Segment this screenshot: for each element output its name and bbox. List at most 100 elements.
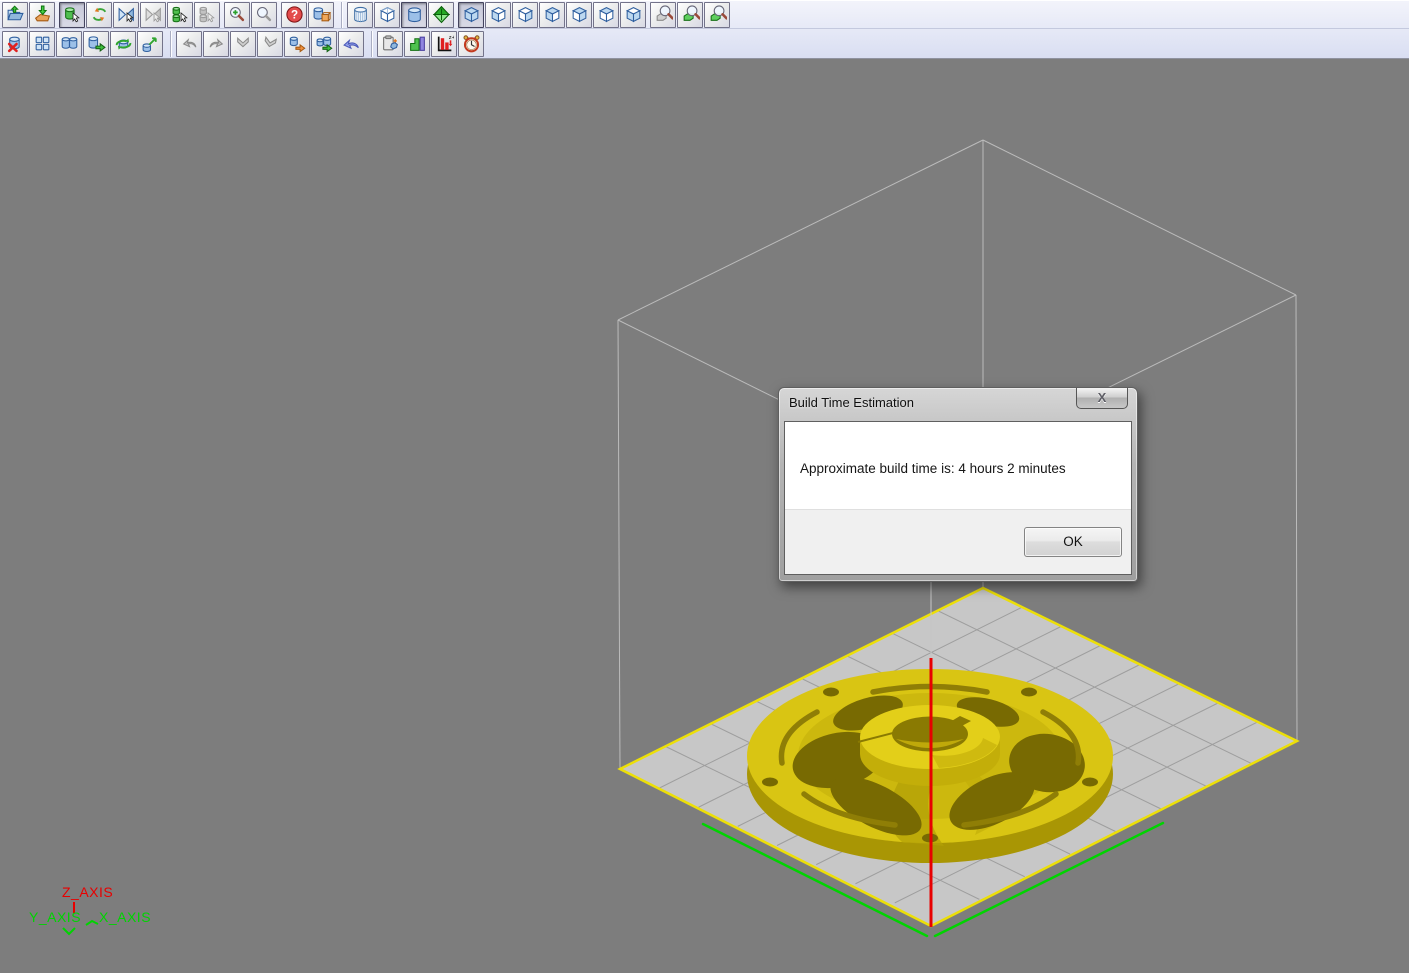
mirror-icon <box>117 5 136 24</box>
view-back-icon <box>516 5 535 24</box>
rotate-part-icon <box>114 34 133 53</box>
mirror-part-alt-button[interactable] <box>140 2 166 28</box>
view-right-icon <box>570 5 589 24</box>
move-part-icon <box>87 34 106 53</box>
zoom-selection-button[interactable] <box>650 2 676 28</box>
delete-part-icon <box>6 34 25 53</box>
cycle-orange-icon <box>288 34 307 53</box>
view-back-button[interactable] <box>512 2 538 28</box>
move-part-button[interactable] <box>83 31 109 57</box>
clipboard-copy-icon <box>381 34 400 53</box>
layer-report-button[interactable]: z+ <box>431 31 457 57</box>
zoom-in-button[interactable] <box>224 2 250 28</box>
insert-part-button[interactable] <box>29 2 55 28</box>
open-part-button[interactable] <box>2 2 28 28</box>
view-bottom-icon <box>624 5 643 24</box>
toolbar-row-2: z+ <box>0 29 1409 58</box>
copy-part-icon <box>60 34 79 53</box>
view-top-icon <box>597 5 616 24</box>
dialog-body: Approximate build time is: 4 hours 2 min… <box>784 421 1132 575</box>
zoom-part-button[interactable] <box>677 2 703 28</box>
rotate-view-icon <box>90 5 109 24</box>
wire-cylinder-icon <box>351 5 370 24</box>
pack-parts-button[interactable] <box>29 31 55 57</box>
undo-button[interactable] <box>338 31 364 57</box>
pack-parts-icon <box>33 34 52 53</box>
svg-text:?: ? <box>290 9 297 22</box>
display-wireframe-button[interactable] <box>347 2 373 28</box>
pack-report-button[interactable] <box>404 31 430 57</box>
delete-part-button[interactable] <box>2 31 28 57</box>
zoom-window-button[interactable] <box>251 2 277 28</box>
open-folder-icon <box>6 5 25 24</box>
dialog-title[interactable]: Build Time Estimation <box>789 395 914 410</box>
toolbar-separator <box>371 31 373 57</box>
process-queue-button[interactable] <box>284 31 310 57</box>
scale-part-icon <box>141 34 160 53</box>
multi-select-disabled-icon <box>198 5 217 24</box>
cycle-green-icon <box>315 34 334 53</box>
dialog-close-button[interactable]: X <box>1076 388 1128 409</box>
view-left-button[interactable] <box>539 2 565 28</box>
mirror-part-button[interactable] <box>113 2 139 28</box>
build-time-icon <box>462 34 481 53</box>
view-bottom-button[interactable] <box>620 2 646 28</box>
orient-back-button[interactable] <box>176 31 202 57</box>
ok-button[interactable]: OK <box>1024 527 1122 557</box>
toolbar-area: ? z+ <box>0 0 1409 59</box>
viewport-canvas[interactable] <box>0 0 1409 973</box>
wire-cube-icon <box>378 5 397 24</box>
zoom-sel-gray-icon <box>654 5 673 24</box>
y-axis-label: Y_AXIS <box>29 909 81 925</box>
fold-left-gray-icon <box>234 34 253 53</box>
zoom-sel-green-icon <box>708 5 727 24</box>
fit-view-button[interactable] <box>428 2 454 28</box>
view-iso-icon <box>462 5 481 24</box>
mirror-disabled-icon <box>144 5 163 24</box>
view-right-button[interactable] <box>566 2 592 28</box>
build-time-estimate-button[interactable] <box>458 31 484 57</box>
orient-forward-button[interactable] <box>203 31 229 57</box>
display-shaded-button[interactable] <box>401 2 427 28</box>
scale-part-button[interactable] <box>137 31 163 57</box>
multi-select-icon <box>171 5 190 24</box>
toolbar-row-1: ? <box>0 0 1409 29</box>
view-front-button[interactable] <box>485 2 511 28</box>
undo-gray-icon <box>180 34 199 53</box>
rotate-part-button[interactable] <box>110 31 136 57</box>
display-hidden-line-button[interactable] <box>374 2 400 28</box>
build-time-dialog: Build Time Estimation X Approximate buil… <box>778 387 1138 582</box>
report-icon <box>408 34 427 53</box>
dialog-message: Approximate build time is: 4 hours 2 min… <box>800 461 1066 476</box>
part-props-icon <box>312 5 331 24</box>
toolbar-separator <box>341 2 343 28</box>
zoom-part-alt-button[interactable] <box>704 2 730 28</box>
part-properties-button[interactable] <box>308 2 334 28</box>
import-part-icon <box>33 5 52 24</box>
x-axis-label: X_AXIS <box>99 909 151 925</box>
select-group-alt-button[interactable] <box>194 2 220 28</box>
zoom-gray-icon <box>255 5 274 24</box>
view-front-icon <box>489 5 508 24</box>
flip-right-button[interactable] <box>257 31 283 57</box>
toolbar-separator <box>170 31 172 57</box>
svg-text:z+: z+ <box>448 35 453 41</box>
copy-part-button[interactable] <box>56 31 82 57</box>
zoom-sel-green-icon <box>681 5 700 24</box>
fit-view-icon <box>432 5 451 24</box>
redo-gray-icon <box>207 34 226 53</box>
zoom-in-icon <box>228 5 247 24</box>
rotate-view-button[interactable] <box>86 2 112 28</box>
copy-to-clipboard-button[interactable] <box>377 31 403 57</box>
view-isometric-button[interactable] <box>458 2 484 28</box>
select-part-button[interactable] <box>59 2 85 28</box>
process-run-button[interactable] <box>311 31 337 57</box>
z-layers-icon: z+ <box>435 34 454 53</box>
flip-left-button[interactable] <box>230 31 256 57</box>
select-part-icon <box>63 5 82 24</box>
view-top-button[interactable] <box>593 2 619 28</box>
solid-cylinder-icon <box>405 5 424 24</box>
help-button[interactable]: ? <box>281 2 307 28</box>
view-left-icon <box>543 5 562 24</box>
select-group-button[interactable] <box>167 2 193 28</box>
